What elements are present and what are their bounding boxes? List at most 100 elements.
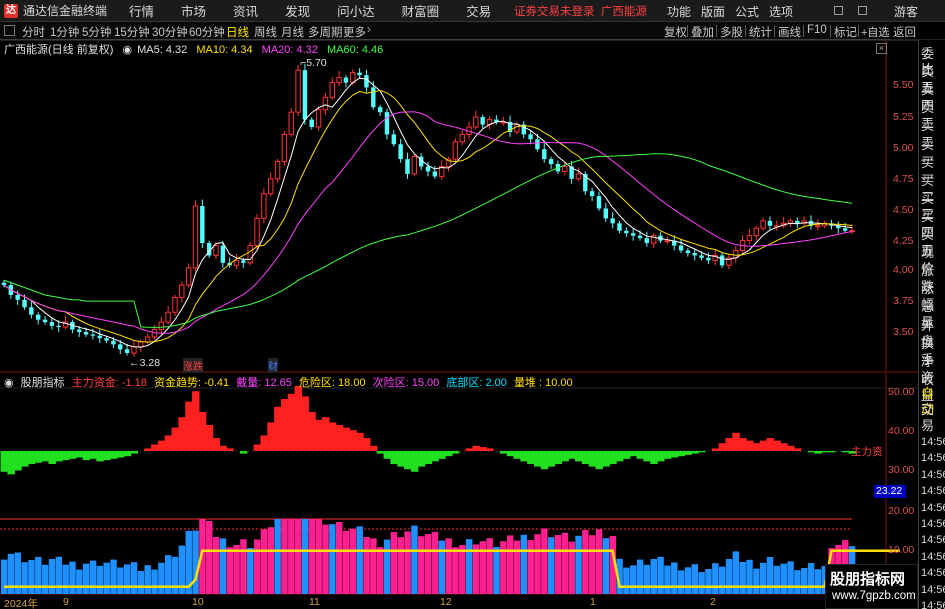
volume-bar <box>582 530 589 594</box>
candle-body <box>56 325 61 328</box>
main-fund-bar <box>650 451 658 464</box>
volume-bar <box>363 537 370 594</box>
main-fund-bar <box>554 451 562 464</box>
main-fund-bar <box>746 440 754 451</box>
trade-time: 14:56 <box>921 583 945 596</box>
main-fund-bar <box>711 448 720 451</box>
candle-body <box>49 322 55 326</box>
candle-body <box>97 335 102 339</box>
candle-body <box>124 349 130 353</box>
volume-bar <box>335 522 343 594</box>
candle-body <box>425 166 431 172</box>
main-fund-bar <box>192 391 200 451</box>
indicator-settings-icon[interactable]: ◉ <box>4 377 14 389</box>
trade-time: 14:56 <box>921 436 945 448</box>
volume-bar <box>520 534 528 594</box>
volume-bar <box>48 559 56 594</box>
volume-bar <box>377 547 384 594</box>
high-annotation: ⌐5.70 <box>300 56 327 69</box>
volume-bar <box>664 565 671 594</box>
candle-body <box>432 171 438 177</box>
ma10-label: MA10: 4.34 <box>196 44 253 56</box>
main-fund-bar <box>513 451 521 459</box>
main-fund-bar <box>123 451 132 457</box>
volume-bar <box>41 564 49 594</box>
chart-canvas[interactable] <box>0 0 945 609</box>
main-fund-bar <box>636 451 645 459</box>
main-fund-bar <box>110 451 118 459</box>
trade-time: 14:56 <box>921 485 945 498</box>
volume-bar <box>595 529 603 594</box>
main-fund-bar <box>103 451 111 461</box>
candle-body <box>603 208 609 219</box>
volume-bar <box>294 519 302 594</box>
volume-bar <box>712 563 719 594</box>
main-fund-bar <box>622 451 631 459</box>
main-fund-bar <box>82 451 91 461</box>
ma20-line <box>3 111 853 334</box>
indicator-name[interactable]: 股朋指标 <box>21 377 65 389</box>
volume-bar <box>657 556 664 594</box>
volume-bar <box>630 565 637 594</box>
stack-value: 量堆 : 10.00 <box>513 377 573 389</box>
candle-body <box>104 338 109 341</box>
close-panel-icon[interactable]: × <box>876 43 887 54</box>
volume-bar <box>753 568 760 594</box>
volume-bar <box>794 570 801 594</box>
main-fund-bar <box>534 451 542 467</box>
volume-bar <box>137 571 145 594</box>
stock-name[interactable]: 广西能源(日线 前复权) <box>4 44 113 56</box>
main-fund-bar <box>267 422 275 451</box>
main-fund-bar <box>226 448 234 451</box>
ma20-label: MA20: 4.32 <box>261 44 318 56</box>
settings-dot-icon[interactable]: ◉ <box>122 44 132 56</box>
candle-body <box>589 191 595 197</box>
volume-bar <box>718 566 726 594</box>
volume-bar <box>780 563 787 594</box>
volume-bar <box>568 541 575 594</box>
volume-value: 戴量: 12.65 <box>236 377 292 389</box>
ma-lines <box>3 77 853 348</box>
main-fund-bar <box>308 412 316 451</box>
trade-time: 14:56 <box>921 501 945 514</box>
price-label: 4.25 <box>893 235 914 247</box>
volume-bar <box>69 561 76 594</box>
price-label: 4.00 <box>893 264 914 276</box>
candle-body <box>343 77 349 83</box>
main-fund-bar <box>41 451 50 462</box>
volume-bar <box>301 519 309 594</box>
main-fund-bar <box>315 419 323 451</box>
volume-bar <box>445 538 452 594</box>
candle-body <box>254 217 260 247</box>
candle-body <box>398 144 403 160</box>
candle-body <box>200 206 205 244</box>
volume-bar <box>165 555 172 594</box>
x-label-2: 2 <box>710 596 716 608</box>
candle-body <box>624 230 629 234</box>
indicator-axis-label: 40.00 <box>888 425 915 437</box>
candle-body <box>411 156 418 175</box>
event-tag-updown[interactable]: 涨跌 <box>183 358 203 373</box>
volume-bar <box>206 521 213 594</box>
main-fund-bar <box>239 451 248 454</box>
volume-bar <box>465 539 473 594</box>
candle-body <box>83 332 89 335</box>
main-fund-bar <box>663 451 672 459</box>
trade-time: 14:56 <box>921 600 945 609</box>
volume-bar <box>671 562 678 594</box>
main-fund-bar <box>144 448 152 451</box>
event-tag-finance[interactable]: 财 <box>268 358 278 373</box>
volume-bar <box>677 570 685 594</box>
volume-bar <box>260 529 268 594</box>
volume-bar <box>253 539 261 594</box>
second-zone-value: 次险区: 15.00 <box>372 377 440 389</box>
candlestick-series <box>1 63 855 357</box>
main-fund-bar <box>27 451 36 464</box>
trade-time: 14:56 <box>921 518 945 530</box>
danger-zone-value: 危险区: 18.00 <box>298 377 366 389</box>
volume-bar <box>281 519 288 594</box>
x-label-11: 11 <box>309 596 320 608</box>
main-fund-bar <box>363 438 371 451</box>
main-fund-bar <box>294 386 303 451</box>
main-fund-bar <box>773 440 781 451</box>
